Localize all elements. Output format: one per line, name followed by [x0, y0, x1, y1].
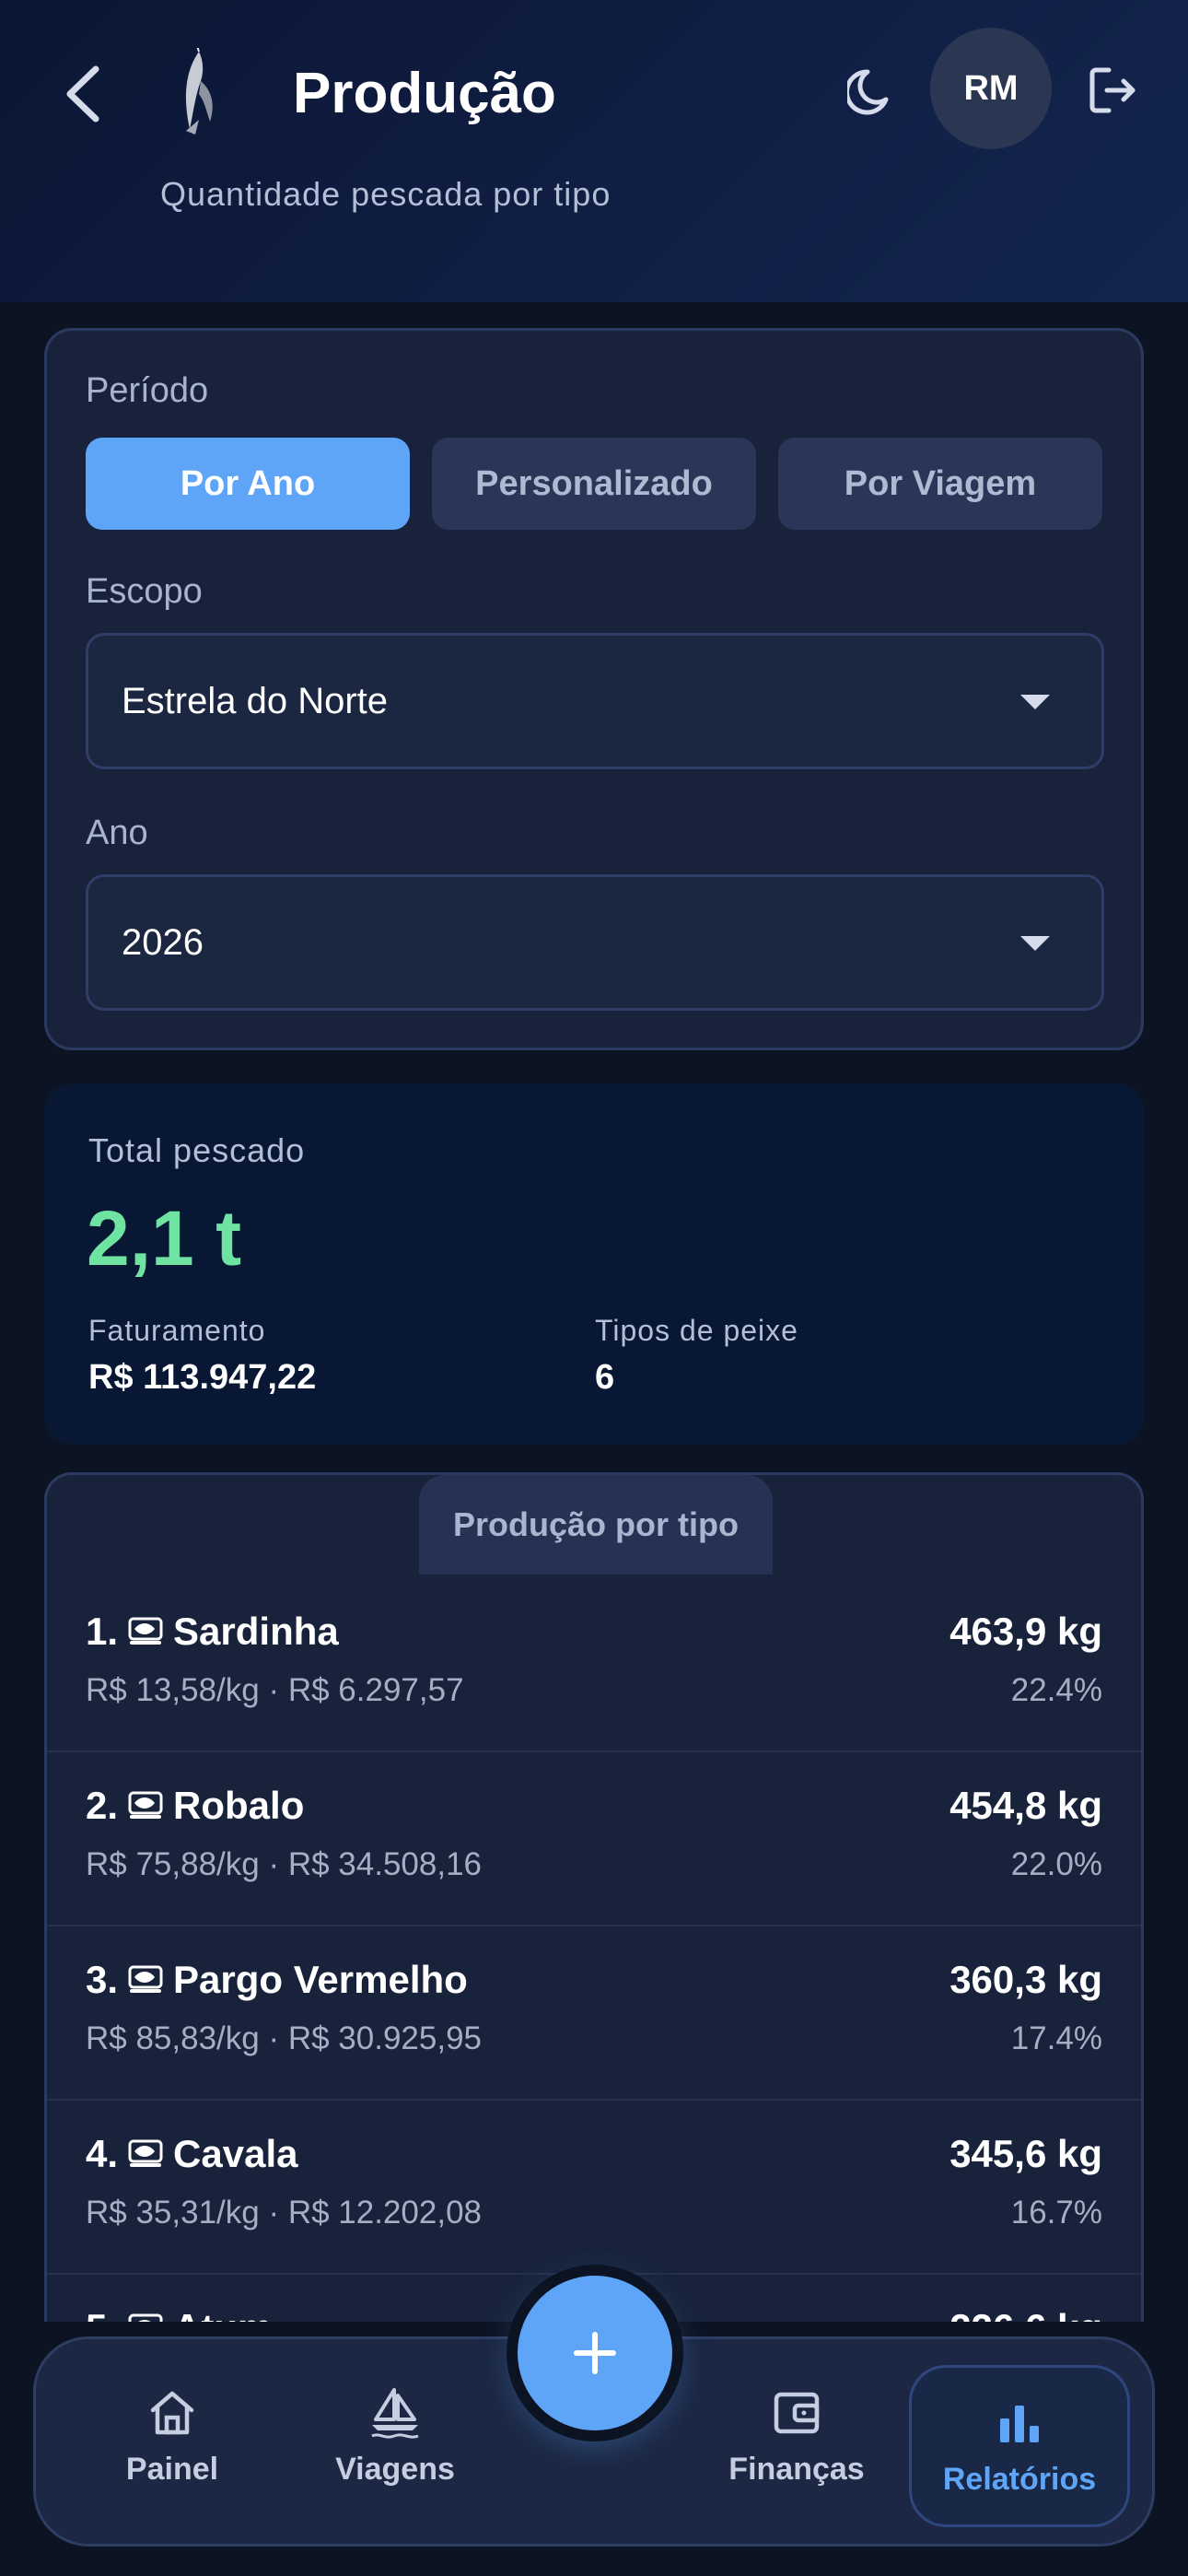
- period-label: Período: [86, 371, 209, 410]
- chevron-down-icon: [1020, 936, 1050, 951]
- scope-label: Escopo: [86, 572, 203, 611]
- item-quantity: 454,8 kg: [949, 1784, 1102, 1827]
- plus-icon: [574, 2332, 616, 2374]
- tab-production-by-type[interactable]: Produção por tipo: [419, 1475, 773, 1575]
- item-rank: 4.: [86, 2132, 119, 2175]
- chevron-down-icon: [1020, 695, 1050, 709]
- scope-select[interactable]: Estrela do Norte: [86, 633, 1104, 769]
- nav-label-painel: Painel: [125, 2452, 219, 2487]
- item-price-meta: R$ 35,31/kg · R$ 12.202,08: [86, 2195, 483, 2231]
- sailboat-icon: [367, 2385, 423, 2441]
- period-option-por-ano[interactable]: Por Ano: [86, 438, 410, 530]
- list-item[interactable]: 4. Cavala R$ 35,31/kg · R$ 12.202,08 345…: [47, 2101, 1141, 2275]
- total-label: Total pescado: [88, 1131, 306, 1169]
- logout-icon: [1089, 67, 1136, 113]
- item-name: Sardinha: [173, 1610, 339, 1653]
- swordfish-logo: [158, 48, 238, 136]
- revenue-value: R$ 113.947,22: [88, 1358, 317, 1397]
- year-label: Ano: [86, 814, 148, 852]
- item-quantity: 345,6 kg: [949, 2132, 1102, 2175]
- item-quantity: 463,9 kg: [949, 1610, 1102, 1653]
- wallet-icon: [769, 2385, 824, 2441]
- list-item[interactable]: 1. Sardinha R$ 13,58/kg · R$ 6.297,57 46…: [47, 1578, 1141, 1752]
- logout-button[interactable]: [1076, 53, 1149, 127]
- item-percentage: 17.4%: [1010, 2020, 1102, 2056]
- fish-icon: [127, 1964, 164, 1996]
- item-percentage: 22.4%: [1010, 1672, 1102, 1708]
- nav-item-financas[interactable]: Finanças: [695, 2385, 898, 2514]
- fish-types-value: 6: [595, 1358, 615, 1397]
- nav-item-relatorios[interactable]: Relatórios: [909, 2365, 1130, 2527]
- list-item[interactable]: 2. Robalo R$ 75,88/kg · R$ 34.508,16 454…: [47, 1752, 1141, 1926]
- production-report-screen: Produção Quantidade pescada por tipo RM …: [0, 0, 1188, 2576]
- nav-label-viagens: Viagens: [335, 2452, 455, 2487]
- total-value: 2,1 t: [87, 1195, 242, 1282]
- theme-toggle-button[interactable]: [836, 53, 910, 127]
- item-price-meta: R$ 75,88/kg · R$ 34.508,16: [86, 1846, 483, 1882]
- item-rank: 3.: [86, 1958, 119, 2001]
- nav-label-financas: Finanças: [728, 2452, 865, 2487]
- item-name: Cavala: [173, 2132, 298, 2175]
- period-option-personalizado[interactable]: Personalizado: [432, 438, 756, 530]
- item-percentage: 16.7%: [1010, 2195, 1102, 2231]
- filter-card: Período Por Ano Personalizado Por Viagem…: [44, 328, 1144, 1050]
- app-header: Produção Quantidade pescada por tipo RM: [0, 0, 1188, 302]
- item-percentage: 22.0%: [1010, 1846, 1102, 1882]
- fish-types-label: Tipos de peixe: [595, 1314, 798, 1347]
- back-button[interactable]: [53, 57, 112, 131]
- item-rank: 2.: [86, 1784, 119, 1827]
- list-item[interactable]: 3. Pargo Vermelho R$ 85,83/kg · R$ 30.92…: [47, 1926, 1141, 2101]
- page-title: Produção: [293, 62, 556, 125]
- fish-icon: [127, 2138, 164, 2170]
- item-price-meta: R$ 13,58/kg · R$ 6.297,57: [86, 1672, 464, 1708]
- nav-item-viagens[interactable]: Viagens: [294, 2385, 496, 2514]
- chevron-left-icon: [66, 65, 99, 123]
- period-option-por-viagem[interactable]: Por Viagem: [778, 438, 1102, 530]
- moon-icon: [847, 69, 889, 115]
- item-rank: 1.: [86, 1610, 119, 1653]
- avatar[interactable]: RM: [930, 28, 1052, 149]
- revenue-label: Faturamento: [88, 1314, 266, 1347]
- fish-icon: [127, 1790, 164, 1821]
- fish-icon: [127, 1616, 164, 1647]
- summary-card: Total pescado 2,1 t Faturamento R$ 113.9…: [44, 1083, 1144, 1445]
- item-quantity: 360,3 kg: [949, 1958, 1102, 2001]
- nav-item-painel[interactable]: Painel: [71, 2385, 274, 2514]
- bar-chart-icon: [992, 2395, 1047, 2451]
- year-select-value: 2026: [122, 921, 204, 963]
- scope-select-value: Estrela do Norte: [122, 680, 389, 721]
- year-select[interactable]: 2026: [86, 874, 1104, 1011]
- item-price-meta: R$ 85,83/kg · R$ 30.925,95: [86, 2020, 483, 2056]
- page-subtitle: Quantidade pescada por tipo: [160, 175, 611, 213]
- item-name: Robalo: [173, 1784, 305, 1827]
- nav-label-relatorios: Relatórios: [942, 2461, 1097, 2497]
- add-button[interactable]: [518, 2276, 672, 2430]
- home-icon: [145, 2385, 200, 2441]
- item-name: Pargo Vermelho: [173, 1958, 468, 2001]
